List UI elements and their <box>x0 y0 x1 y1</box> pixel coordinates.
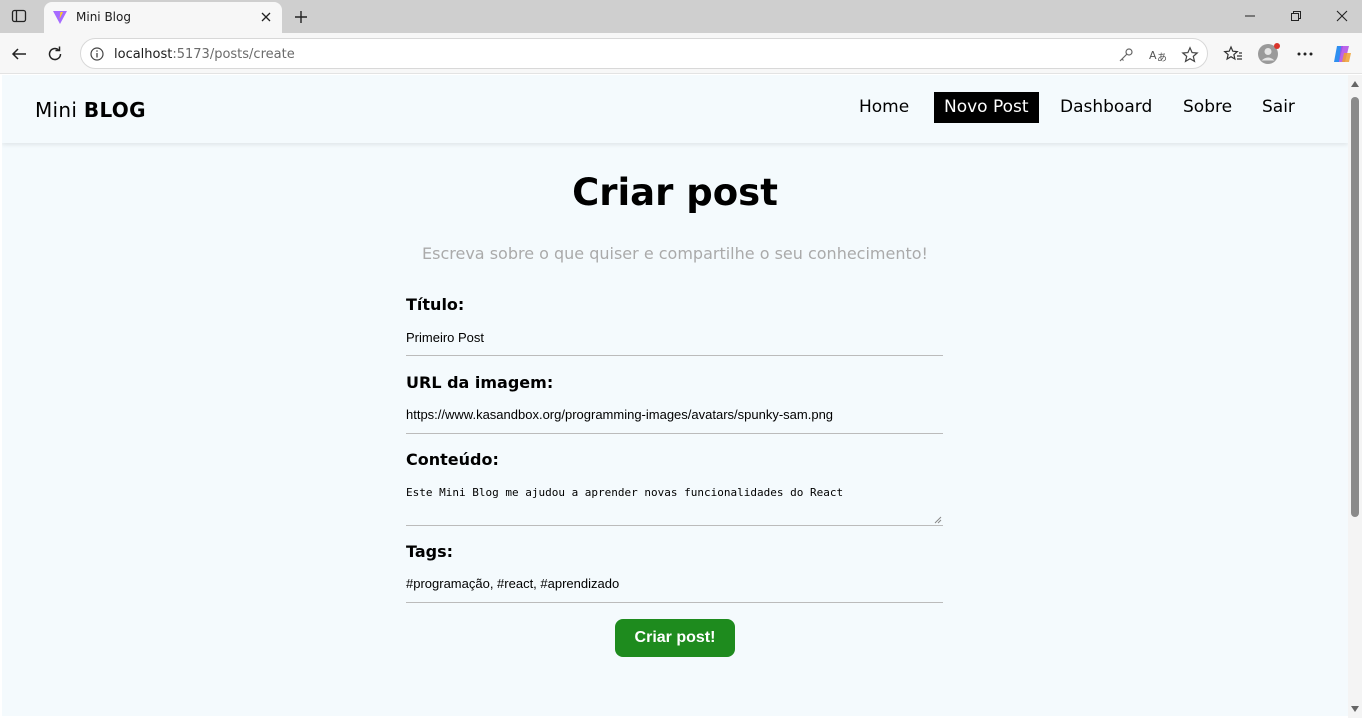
tab-title: Mini Blog <box>76 10 131 24</box>
page-subtitle: Escreva sobre o que quiser e compartilhe… <box>422 244 928 263</box>
nav-link-home[interactable]: Home <box>849 92 919 123</box>
profile-icon[interactable] <box>1257 42 1281 66</box>
restore-icon[interactable] <box>1283 5 1309 27</box>
create-post-button[interactable]: Criar post! <box>615 619 735 657</box>
image-url-input[interactable]: https://www.kasandbox.org/programming-im… <box>406 407 943 434</box>
brand-bold: BLOG <box>83 98 146 122</box>
nav-link-dashboard[interactable]: Dashboard <box>1050 92 1162 123</box>
tab-bar: Mini Blog <box>0 0 1362 33</box>
page-content: Mini BLOG Home Novo Post Dashboard Sobre… <box>2 75 1348 716</box>
back-arrow-icon[interactable] <box>7 42 31 66</box>
title-input[interactable]: Primeiro Post <box>406 330 943 356</box>
sidebar-icon[interactable] <box>6 5 32 27</box>
vite-logo-icon <box>52 9 68 25</box>
svg-text:A: A <box>1149 49 1157 62</box>
browser-tab[interactable]: Mini Blog <box>44 2 282 33</box>
image-url-label: URL da imagem: <box>406 373 554 392</box>
page-scrollbar[interactable] <box>1348 75 1362 718</box>
star-icon[interactable] <box>1180 45 1200 65</box>
key-icon[interactable] <box>1116 45 1136 65</box>
site-brand[interactable]: Mini BLOG <box>35 98 146 122</box>
content-textarea[interactable]: Este Mini Blog me ajudou a aprender nova… <box>406 486 943 526</box>
scrollbar-thumb[interactable] <box>1351 97 1359 517</box>
plus-icon[interactable] <box>290 6 312 28</box>
scroll-down-icon[interactable] <box>1351 706 1359 712</box>
svg-text:あ: あ <box>1157 52 1167 63</box>
content-text: Este Mini Blog me ajudou a aprender nova… <box>406 486 844 499</box>
scroll-up-icon[interactable] <box>1351 81 1359 87</box>
site-navbar: Mini BLOG Home Novo Post Dashboard Sobre… <box>2 75 1348 143</box>
translate-icon[interactable]: Aあ <box>1148 45 1168 65</box>
tags-label: Tags: <box>406 542 454 561</box>
url-host: localhost <box>114 47 173 62</box>
more-icon[interactable] <box>1293 42 1317 66</box>
url-text[interactable]: localhost:5173/posts/create <box>114 47 295 62</box>
brand-light: Mini <box>35 98 78 122</box>
nav-link-sobre[interactable]: Sobre <box>1173 92 1242 123</box>
info-icon[interactable] <box>89 46 105 62</box>
reload-icon[interactable] <box>43 42 67 66</box>
page-title: Criar post <box>572 171 778 214</box>
url-path: :5173/posts/create <box>172 47 295 62</box>
browser-toolbar: localhost:5173/posts/create Aあ <box>0 33 1362 74</box>
minimize-icon[interactable] <box>1237 5 1263 27</box>
title-label: Título: <box>406 295 465 314</box>
tags-input[interactable]: #programação, #react, #aprendizado <box>406 576 943 603</box>
copilot-icon[interactable] <box>1330 42 1354 66</box>
resize-handle-icon[interactable] <box>934 516 942 524</box>
address-bar[interactable]: localhost:5173/posts/create Aあ <box>80 38 1208 69</box>
nav-link-novo-post[interactable]: Novo Post <box>934 92 1039 123</box>
close-icon[interactable] <box>258 9 274 25</box>
content-label: Conteúdo: <box>406 450 499 469</box>
favorites-icon[interactable] <box>1221 42 1245 66</box>
close-window-icon[interactable] <box>1329 5 1355 27</box>
nav-link-sair[interactable]: Sair <box>1252 92 1305 123</box>
